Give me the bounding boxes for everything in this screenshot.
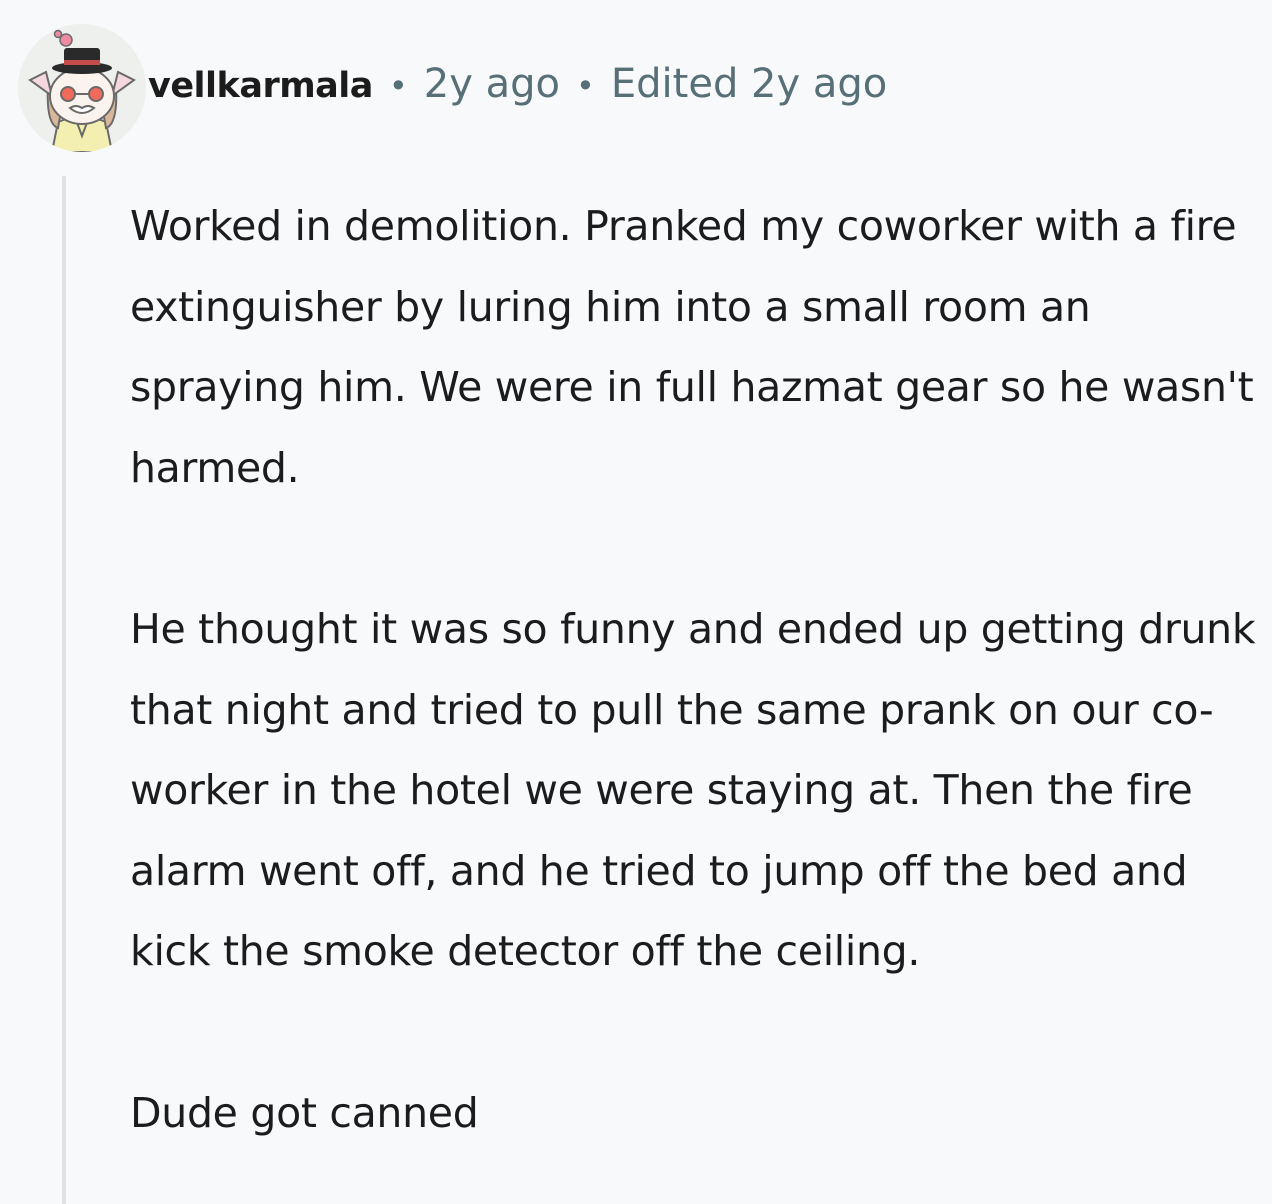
timestamp[interactable]: 2y ago — [424, 61, 560, 107]
user-avatar[interactable] — [18, 24, 146, 152]
comment-body: Worked in demolition. Pranked my coworke… — [130, 186, 1260, 1153]
cartoon-cat-avatar-icon — [18, 24, 146, 152]
comment-header: vellkarmala • 2y ago • Edited 2y ago — [18, 24, 887, 152]
separator-dot: • — [388, 67, 408, 105]
thread-collapse-line[interactable] — [62, 176, 66, 1204]
comment-paragraph: He thought it was so funny and ended up … — [130, 605, 1256, 975]
comment-paragraph: Worked in demolition. Pranked my coworke… — [130, 202, 1254, 492]
separator-dot: • — [576, 67, 595, 105]
comment-meta: vellkarmala • 2y ago • Edited 2y ago — [148, 61, 887, 107]
username-link[interactable]: vellkarmala — [148, 66, 373, 106]
comment: vellkarmala • 2y ago • Edited 2y ago Wor… — [0, 0, 1272, 1204]
comment-paragraph: Dude got canned — [130, 1088, 479, 1137]
edited-timestamp: Edited 2y ago — [610, 61, 888, 107]
